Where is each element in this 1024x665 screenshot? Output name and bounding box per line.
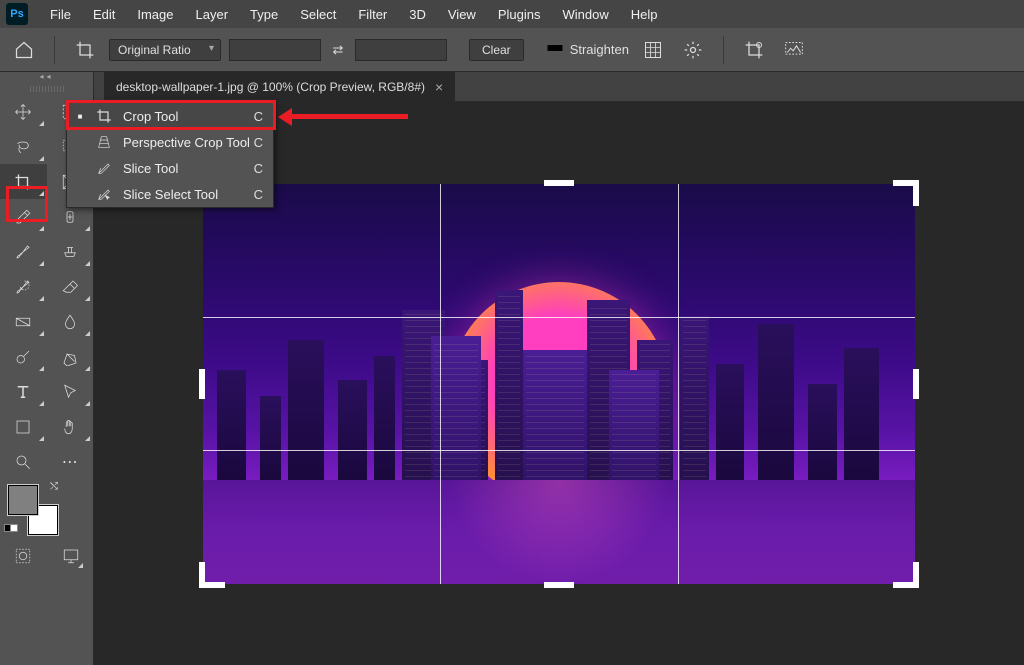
dodge-tool[interactable] <box>0 339 47 374</box>
perspective-crop-icon <box>95 134 113 150</box>
blur-tool[interactable] <box>47 304 94 339</box>
gradient-tool[interactable] <box>0 304 47 339</box>
crop-grid-line <box>203 450 915 451</box>
document-tab-title: desktop-wallpaper-1.jpg @ 100% (Crop Pre… <box>116 80 425 94</box>
menu-layer[interactable]: Layer <box>186 3 239 26</box>
selected-dot-icon: ■ <box>75 112 85 121</box>
flyout-shortcut: C <box>254 187 263 202</box>
clear-button[interactable]: Clear <box>469 39 524 61</box>
options-bar: Original Ratio ⇄ Clear Straighten <box>0 28 1024 72</box>
crop-grid-line <box>678 184 679 584</box>
flyout-item-slice-select[interactable]: Slice Select Tool C <box>67 181 273 207</box>
move-tool[interactable] <box>0 94 47 129</box>
crop-height-input[interactable] <box>355 39 447 61</box>
document-tab-bar: desktop-wallpaper-1.jpg @ 100% (Crop Pre… <box>94 72 1024 102</box>
flyout-item-slice[interactable]: Slice Tool C <box>67 155 273 181</box>
lasso-tool[interactable] <box>0 129 47 164</box>
foreground-color-swatch[interactable] <box>8 485 38 515</box>
shape-tool[interactable] <box>0 409 47 444</box>
menu-type[interactable]: Type <box>240 3 288 26</box>
flyout-label: Crop Tool <box>123 109 178 124</box>
menu-file[interactable]: File <box>40 3 81 26</box>
menu-plugins[interactable]: Plugins <box>488 3 551 26</box>
content-aware-icon[interactable] <box>778 34 810 66</box>
menu-edit[interactable]: Edit <box>83 3 125 26</box>
path-select-tool[interactable] <box>47 374 94 409</box>
menu-view[interactable]: View <box>438 3 486 26</box>
flyout-label: Perspective Crop Tool <box>123 135 250 150</box>
history-brush-tool[interactable] <box>0 269 47 304</box>
swap-colors-icon[interactable]: ⤭ <box>50 481 58 492</box>
ruler-icon <box>546 39 564 60</box>
crop-width-input[interactable] <box>229 39 321 61</box>
eyedropper-tool[interactable] <box>0 199 47 234</box>
panel-grip[interactable] <box>30 86 64 92</box>
quick-mask-icon[interactable] <box>8 541 38 571</box>
crop-preset-icon[interactable] <box>69 34 101 66</box>
home-icon[interactable] <box>8 34 40 66</box>
ratio-select[interactable]: Original Ratio <box>109 39 221 61</box>
flyout-label: Slice Tool <box>123 161 178 176</box>
flyout-item-crop[interactable]: ■ Crop Tool C <box>67 103 273 129</box>
delete-cropped-icon[interactable] <box>738 34 770 66</box>
swap-dimensions-icon[interactable]: ⇄ <box>329 42 347 58</box>
flyout-shortcut: C <box>254 109 263 124</box>
crop-grid-line <box>203 317 915 318</box>
menu-window[interactable]: Window <box>552 3 618 26</box>
default-colors-icon[interactable] <box>4 520 18 535</box>
clone-stamp-tool[interactable] <box>47 234 94 269</box>
slice-select-icon <box>95 186 113 202</box>
crop-grid-line <box>440 184 441 584</box>
document-tab[interactable]: desktop-wallpaper-1.jpg @ 100% (Crop Pre… <box>104 72 455 102</box>
zoom-tool[interactable] <box>0 444 47 479</box>
crop-handle-right[interactable] <box>913 369 919 399</box>
crop-handle-bottom-right[interactable] <box>893 562 919 588</box>
flyout-label: Slice Select Tool <box>123 187 218 202</box>
ratio-label: Original Ratio <box>118 43 191 57</box>
type-tool[interactable] <box>0 374 47 409</box>
crop-handle-left[interactable] <box>199 369 205 399</box>
crop-options-gear-icon[interactable] <box>677 34 709 66</box>
canvas[interactable] <box>203 184 915 584</box>
menu-bar: Ps File Edit Image Layer Type Select Fil… <box>0 0 1024 28</box>
screen-mode-icon[interactable] <box>56 541 86 571</box>
toolbar-more[interactable]: ⋯ <box>47 444 94 479</box>
straighten-label: Straighten <box>570 42 629 57</box>
brush-tool[interactable] <box>0 234 47 269</box>
flyout-shortcut: C <box>254 161 263 176</box>
menu-select[interactable]: Select <box>290 3 346 26</box>
menu-image[interactable]: Image <box>127 3 183 26</box>
hand-tool[interactable] <box>47 409 94 444</box>
pen-tool[interactable] <box>47 339 94 374</box>
flyout-item-perspective-crop[interactable]: Perspective Crop Tool C <box>67 129 273 155</box>
panel-collapse-icon[interactable]: ◂◂ <box>0 72 93 86</box>
canvas-image <box>203 184 915 584</box>
crop-tool-icon <box>95 108 113 124</box>
menu-help[interactable]: Help <box>621 3 668 26</box>
crop-handle-bottom-left[interactable] <box>199 562 225 588</box>
slice-tool-icon <box>95 160 113 176</box>
crop-handle-bottom[interactable] <box>544 582 574 588</box>
crop-handle-top-right[interactable] <box>893 180 919 206</box>
app-logo: Ps <box>6 3 28 25</box>
grid-overlay-icon[interactable] <box>637 34 669 66</box>
color-swatches[interactable]: ⤭ <box>8 485 58 535</box>
crop-tool-flyout: ■ Crop Tool C Perspective Crop Tool C Sl… <box>66 102 274 208</box>
crop-handle-top[interactable] <box>544 180 574 186</box>
eraser-tool[interactable] <box>47 269 94 304</box>
straighten-button[interactable]: Straighten <box>546 39 629 60</box>
crop-tool[interactable] <box>0 164 47 199</box>
flyout-shortcut: C <box>254 135 263 150</box>
menu-3d[interactable]: 3D <box>399 3 436 26</box>
close-icon[interactable]: × <box>435 79 443 95</box>
menu-filter[interactable]: Filter <box>348 3 397 26</box>
